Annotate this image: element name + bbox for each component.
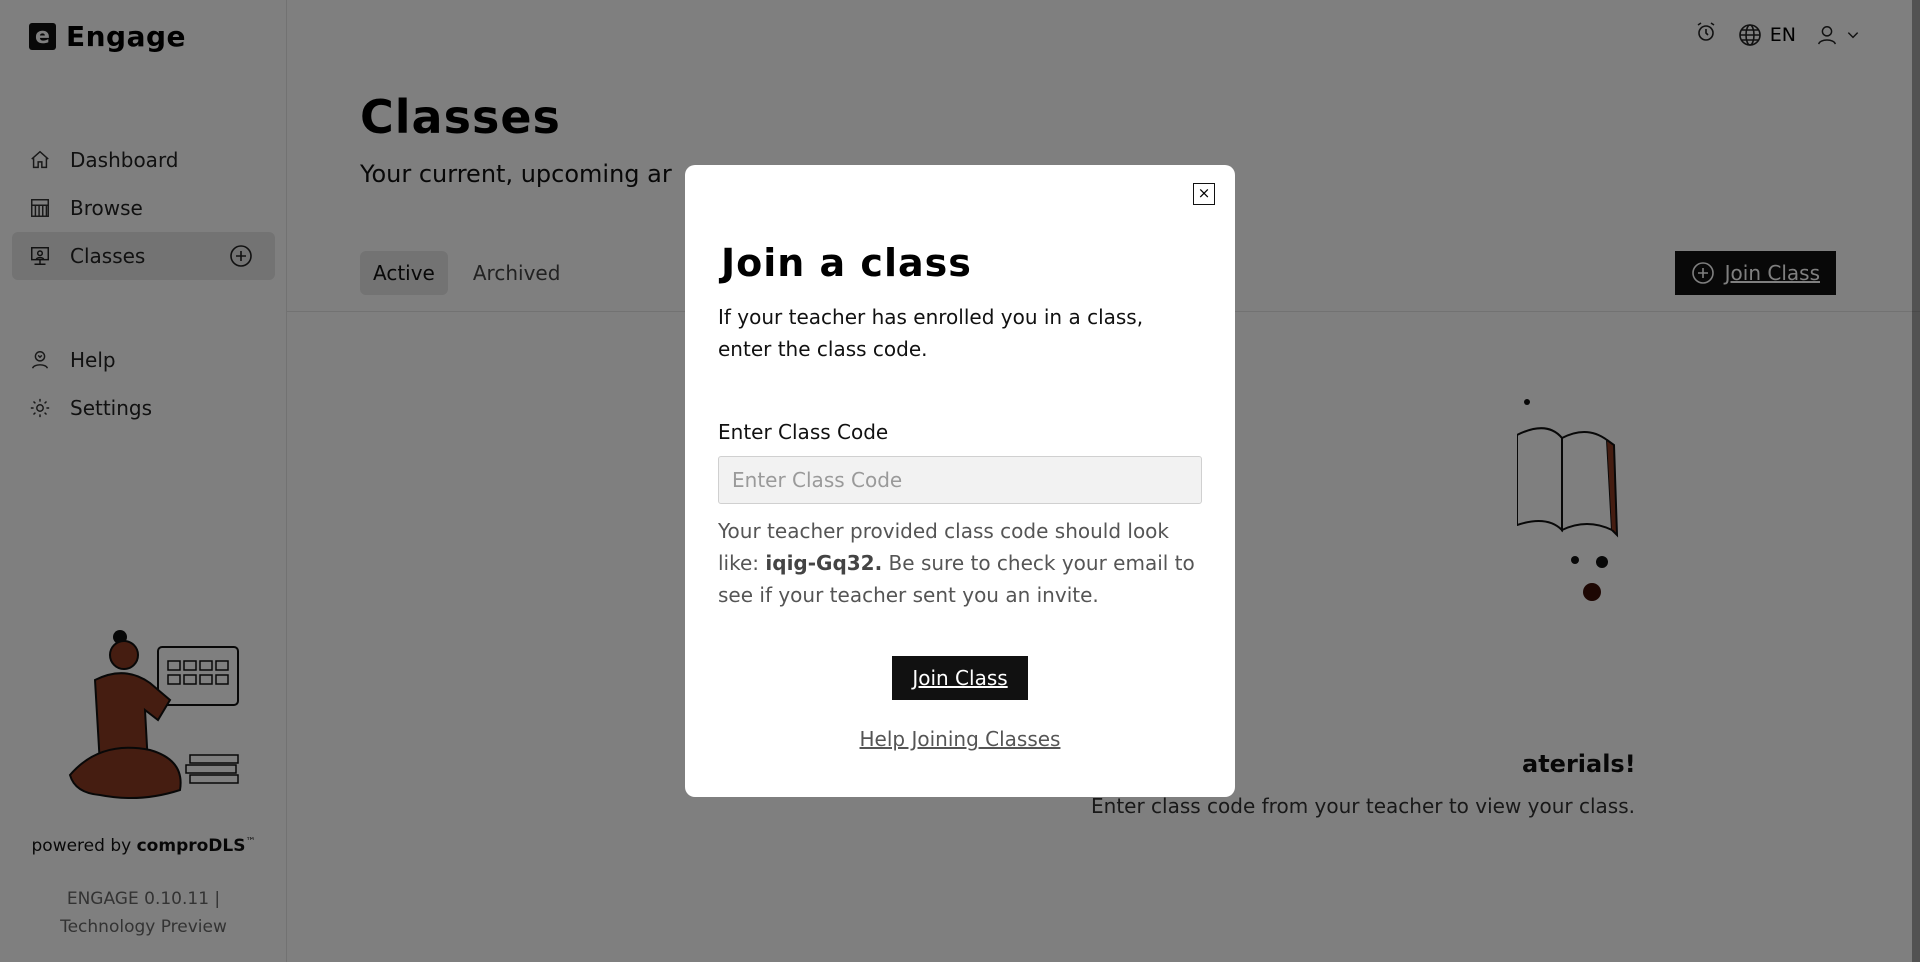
help-joining-classes-link[interactable]: Help Joining Classes: [685, 727, 1235, 751]
class-code-hint: Your teacher provided class code should …: [718, 515, 1198, 611]
dialog-description: If your teacher has enrolled you in a cl…: [718, 305, 1144, 361]
class-code-label: Enter Class Code: [718, 420, 889, 444]
example-code: iqig-Gq32.: [765, 551, 883, 575]
join-class-button[interactable]: Join Class: [892, 656, 1028, 700]
close-icon[interactable]: ×: [1193, 183, 1215, 205]
dialog-title: Join a class: [721, 241, 972, 285]
class-code-input[interactable]: [718, 456, 1202, 504]
scrollbar[interactable]: [1912, 0, 1920, 962]
join-class-dialog: × Join a class If your teacher has enrol…: [685, 165, 1235, 797]
